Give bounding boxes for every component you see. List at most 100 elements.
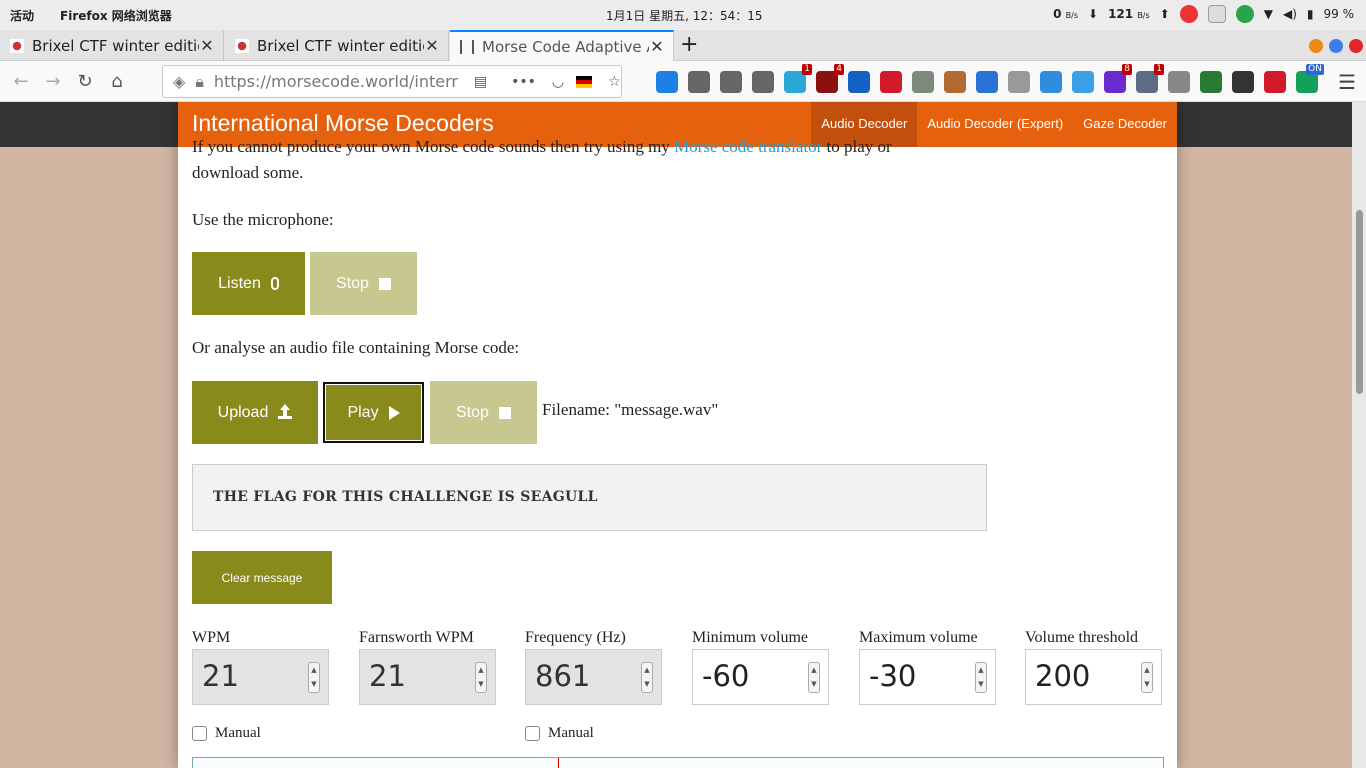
spinner-arrows-icon[interactable]: ▲ ▼	[1141, 662, 1153, 693]
spinner-arrows-icon[interactable]: ▲ ▼	[641, 662, 653, 693]
tracking-shield-icon[interactable]: ◈	[173, 72, 185, 91]
bubble-icon[interactable]	[1232, 71, 1254, 93]
close-window-button[interactable]	[1349, 39, 1363, 53]
minimum-volume-label: Minimum volume	[692, 629, 808, 646]
library-icon[interactable]	[688, 71, 710, 93]
german-flag-icon[interactable]	[576, 75, 593, 88]
url-text[interactable]: https://morsecode.world/international/de…	[214, 72, 458, 91]
nav-gaze-decoder[interactable]: Gaze Decoder	[1073, 102, 1177, 147]
arrow-down-icon: ⬇	[1088, 7, 1099, 21]
page-scrollbar[interactable]	[1352, 102, 1366, 768]
wpm-input[interactable]: 21 ▲ ▼	[192, 649, 329, 705]
manual-wpm-checkbox[interactable]: Manual	[192, 725, 261, 742]
farnsworth-wpm-input[interactable]: 21 ▲ ▼	[359, 649, 496, 705]
extension-badge: 1	[802, 64, 812, 75]
url-bar[interactable]: ◈ 🔒︎ https://morsecode.world/internation…	[162, 65, 622, 98]
circle-icon[interactable]	[1008, 71, 1030, 93]
scrollbar-thumb[interactable]	[1356, 210, 1363, 394]
bookmark-star-icon[interactable]: ☆	[608, 74, 621, 90]
ublock-icon[interactable]: 4	[816, 64, 844, 93]
clear-message-button[interactable]: Clear message	[192, 551, 332, 604]
decoded-message[interactable]: THE FLAG FOR THIS CHALLENGE IS SEAGULL	[192, 464, 987, 531]
frequency-input[interactable]: 861 ▲ ▼	[525, 649, 662, 705]
home-button[interactable]: ⌂	[104, 69, 130, 95]
stop-icon	[378, 277, 391, 290]
listen-button[interactable]: Listen	[192, 252, 305, 315]
mic-stop-button[interactable]: Stop	[310, 252, 417, 315]
pin-icon[interactable]	[1072, 71, 1094, 93]
sidebar-icon[interactable]	[720, 71, 742, 93]
spinner-arrows-icon[interactable]: ▲ ▼	[308, 662, 320, 693]
microphone-label: Use the microphone:	[192, 210, 334, 229]
volume-icon[interactable]: ◀)	[1283, 7, 1297, 21]
lock-icon[interactable]: 🔒︎	[195, 72, 204, 92]
doc-icon[interactable]	[976, 71, 998, 93]
frequency-marker	[558, 758, 559, 768]
tray-window-icon[interactable]	[1207, 5, 1226, 23]
spinner-arrows-icon[interactable]: ▲ ▼	[808, 662, 820, 693]
page-actions-icon[interactable]: •••	[511, 74, 536, 90]
translator-link[interactable]: Morse code translator	[674, 137, 822, 156]
battery-icon[interactable]: ▮	[1307, 7, 1314, 21]
brixel-favicon-icon	[235, 38, 249, 53]
account-icon[interactable]	[752, 71, 774, 93]
tab-title: Brixel CTF winter edition	[32, 36, 199, 55]
site-title[interactable]: International Morse Decoders	[192, 110, 494, 137]
pocket-icon[interactable]: ◡	[552, 74, 564, 90]
tag-icon[interactable]: 8	[1104, 64, 1132, 93]
file-stop-button[interactable]: Stop	[430, 381, 537, 444]
upload-icon	[278, 404, 293, 419]
tab-title: Brixel CTF winter edition	[257, 36, 424, 55]
s-icon[interactable]	[848, 71, 870, 93]
new-tab-button[interactable]: +	[680, 32, 698, 57]
cookie-icon[interactable]	[944, 71, 966, 93]
minimize-button[interactable]	[1309, 39, 1323, 53]
nav-audio-decoder-expert[interactable]: Audio Decoder (Expert)	[917, 102, 1073, 147]
checkbox-box[interactable]	[525, 726, 540, 741]
window-icon[interactable]	[1168, 71, 1190, 93]
s-red-icon[interactable]	[880, 71, 902, 93]
maximize-button[interactable]	[1329, 39, 1343, 53]
volume-threshold-input[interactable]: 200 ▲ ▼	[1025, 649, 1162, 705]
bug-icon[interactable]	[1040, 71, 1062, 93]
reload-button[interactable]: ↻	[72, 69, 98, 95]
forward-button[interactable]: →	[40, 69, 66, 95]
upload-button[interactable]: Upload	[192, 381, 318, 444]
tab-brixel-2[interactable]: Brixel CTF winter edition ✕	[225, 30, 449, 61]
tab-morse-decoder[interactable]: Morse Code Adaptive Audio Decoder ✕	[450, 30, 674, 61]
close-icon[interactable]: ✕	[424, 36, 440, 55]
minimum-volume-input[interactable]: -60 ▲ ▼	[692, 649, 829, 705]
activities-button[interactable]: 活动	[10, 7, 34, 24]
wifi-icon[interactable]: ▼	[1264, 7, 1273, 21]
system-clock[interactable]: 1月1日 星期五, 12：54：15	[606, 7, 763, 24]
farnsworth-wpm-field: Farnsworth WPM 21 ▲ ▼	[359, 629, 496, 705]
close-icon[interactable]: ✕	[199, 36, 215, 55]
on-icon[interactable]: ON	[1296, 64, 1324, 93]
shield-icon[interactable]	[1200, 71, 1222, 93]
tab-brixel-1[interactable]: Brixel CTF winter edition ✕	[0, 30, 224, 61]
frequency-label: Frequency (Hz)	[525, 629, 626, 646]
wechat-icon[interactable]	[1235, 5, 1254, 23]
menu-icon[interactable]: ☰	[1338, 70, 1356, 94]
record-icon[interactable]	[1264, 71, 1286, 93]
netease-music-icon[interactable]	[1179, 5, 1198, 23]
download-icon[interactable]	[656, 71, 678, 93]
close-icon[interactable]: ✕	[649, 37, 665, 56]
intro-text: If you cannot produce your own Morse cod…	[192, 137, 892, 182]
globe-icon[interactable]: 1	[1136, 64, 1164, 93]
back-button[interactable]: ←	[8, 69, 34, 95]
extension-badge: ON	[1306, 64, 1324, 75]
wpm-label: WPM	[192, 629, 231, 646]
spinner-arrows-icon[interactable]: ▲ ▼	[475, 662, 487, 693]
puzzle-icon[interactable]	[912, 71, 934, 93]
spinner-arrows-icon[interactable]: ▲ ▼	[975, 662, 987, 693]
reader-view-icon[interactable]: ▤	[474, 74, 487, 90]
extension-badge: 8	[1122, 64, 1132, 75]
play-button[interactable]: Play	[322, 381, 425, 444]
maximum-volume-field: Maximum volume -30 ▲ ▼	[859, 629, 996, 705]
app-menu[interactable]: Firefox 网络浏览器	[60, 7, 172, 24]
maximum-volume-input[interactable]: -30 ▲ ▼	[859, 649, 996, 705]
ghost-icon[interactable]: 1	[784, 64, 812, 93]
manual-frequency-checkbox[interactable]: Manual	[525, 725, 594, 742]
checkbox-box[interactable]	[192, 726, 207, 741]
